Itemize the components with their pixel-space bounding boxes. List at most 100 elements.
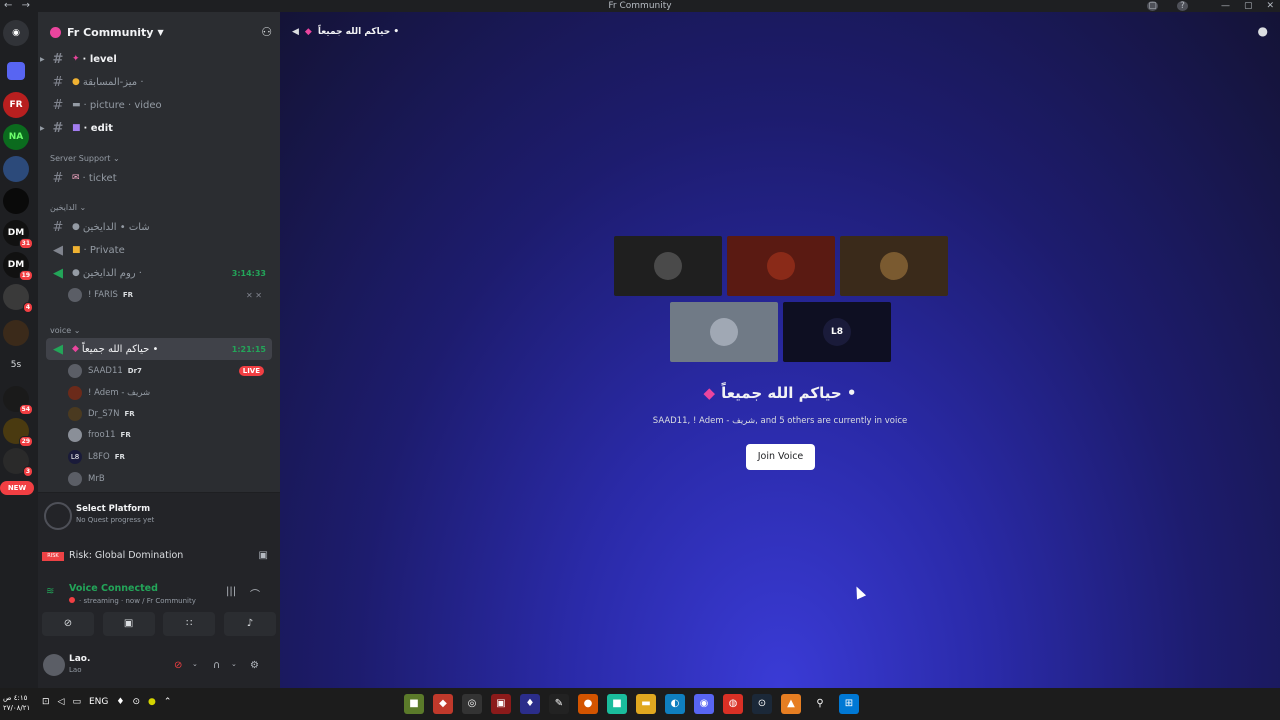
mic-muted-icon[interactable]: ⊘ — [174, 660, 182, 671]
clan-tag: Dr7 — [127, 367, 142, 375]
server-icon[interactable]: NA — [3, 124, 29, 150]
participant-tile[interactable]: L8 — [783, 302, 891, 362]
chevron-up-icon[interactable]: ⌃ — [164, 697, 172, 707]
camera-icon: ▬ — [72, 100, 81, 110]
user-panel: Lao. Lao ⊘ ⌄ ∩ ⌄ ⚙ — [38, 648, 280, 688]
voice-participants-summary: SAAD11, ! Adem - شريف, and 5 others are … — [652, 416, 908, 426]
close-icon[interactable]: ✕ — [1266, 0, 1274, 12]
server-icon[interactable] — [3, 320, 29, 346]
voice-user[interactable]: L8 L8FO FR — [68, 447, 268, 467]
voice-user[interactable]: ! FARIS FR ✕ ✕ — [68, 285, 268, 305]
join-voice-button[interactable]: Join Voice — [746, 444, 815, 470]
activity-panel[interactable]: RISK Risk: Global Domination ▣ — [38, 542, 280, 572]
participant-tile[interactable] — [727, 236, 835, 296]
minecraft-icon[interactable]: ■ — [404, 694, 424, 714]
server-header[interactable]: Fr Community ▼ ⚇ — [38, 12, 280, 52]
language-indicator[interactable]: ENG — [89, 697, 108, 707]
participant-tile[interactable] — [670, 302, 778, 362]
server-icon[interactable]: 54 — [3, 386, 33, 415]
voice-channel-active[interactable]: ◀ ◆ حياكم الله جميعاً • 1:21:15 — [46, 338, 272, 360]
participant-tile[interactable] — [840, 236, 948, 296]
channel-picture[interactable]: # ▬ · picture · video — [46, 94, 272, 116]
server-icon[interactable]: ◉ — [3, 20, 29, 46]
hash-icon: # — [52, 51, 64, 67]
server-icon[interactable]: 5s — [3, 352, 29, 378]
new-badge[interactable]: NEW — [0, 481, 34, 495]
chevron-down-icon[interactable]: ⌄ — [192, 660, 198, 668]
channel-private[interactable]: ◀ ■ · Private — [46, 239, 272, 261]
server-icon[interactable]: 3 — [3, 448, 33, 477]
channel-ticket[interactable]: # ✉ · ticket — [46, 167, 272, 189]
server-icon[interactable] — [7, 62, 25, 80]
activities-button[interactable]: ∷ — [163, 612, 216, 636]
chat-icon[interactable]: ● — [1258, 24, 1268, 38]
signal-icon[interactable]: ≋ — [46, 586, 54, 597]
camera-off-button[interactable]: ⊘ — [42, 612, 94, 636]
disconnect-icon[interactable]: ⌒ — [250, 586, 260, 601]
red-app-icon[interactable]: ▣ — [491, 694, 511, 714]
maximize-icon[interactable]: ▢ — [1244, 0, 1253, 12]
channel-edit[interactable]: ▶ # ■ · edit — [40, 117, 272, 139]
color-app-icon[interactable]: ● — [578, 694, 598, 714]
noise-suppression-icon[interactable]: ||| — [226, 586, 236, 597]
discord-icon[interactable]: ◉ — [694, 694, 714, 714]
server-icon[interactable]: DM 31 — [3, 220, 33, 249]
voice-status[interactable]: Voice Connected — [69, 583, 158, 594]
game-app-icon[interactable]: ◆ — [433, 694, 453, 714]
voice-user[interactable]: ! Adem - شريف — [68, 383, 268, 403]
channel-chat-dayhin[interactable]: # ● شات • الدايخين — [46, 216, 272, 238]
participant-tile[interactable] — [614, 236, 722, 296]
avatar[interactable] — [43, 654, 65, 676]
search-icon[interactable]: ⚲ — [810, 694, 830, 714]
voice-channel-dayhin[interactable]: ◀ ● روم الدايخين · 3:14:33 — [46, 262, 272, 284]
inbox-icon[interactable]: ▢ — [1147, 1, 1158, 11]
steam-icon[interactable]: ⊙ — [752, 694, 772, 714]
mic-icon[interactable]: ♦ — [116, 697, 124, 707]
windows-start-icon[interactable]: ⊞ — [839, 694, 859, 714]
system-clock[interactable]: ٤:١٥ ص ٢٧/٠٨/٢١ — [3, 693, 30, 713]
mic-app-icon[interactable]: ♦ — [520, 694, 540, 714]
soundboard-button[interactable]: ♪ — [223, 612, 276, 636]
gear-icon[interactable]: ⚙ — [250, 660, 259, 671]
volume-icon[interactable]: ◁ — [58, 697, 65, 707]
server-icon[interactable]: 4 — [3, 284, 33, 313]
obs-icon[interactable]: ◎ — [462, 694, 482, 714]
chrome-icon[interactable]: ◍ — [723, 694, 743, 714]
channel-mz[interactable]: # ● ميز-المسابقة · — [46, 71, 272, 93]
server-icon[interactable]: FR — [3, 92, 29, 118]
category-dayhin[interactable]: الدايخين ⌄ — [50, 203, 86, 212]
green-app-icon[interactable]: ■ — [607, 694, 627, 714]
invite-icon[interactable]: ⚇ — [261, 25, 272, 39]
screen-share-icon[interactable]: ▣ — [259, 550, 268, 561]
avatar — [68, 407, 82, 421]
stream-button[interactable]: ▣ — [102, 612, 155, 636]
network-icon[interactable]: ⊡ — [42, 697, 50, 707]
category-voice[interactable]: voice ⌄ — [50, 326, 80, 335]
voice-user[interactable]: froo11 FR — [68, 425, 268, 445]
help-icon[interactable]: ? — [1177, 1, 1188, 11]
voice-user[interactable]: SAAD11 Dr7 LIVE — [68, 361, 268, 381]
chevron-down-icon[interactable]: ⌄ — [231, 660, 237, 668]
server-icon[interactable] — [3, 188, 29, 214]
pen-app-icon[interactable]: ✎ — [549, 694, 569, 714]
orange-app-icon[interactable]: ▲ — [781, 694, 801, 714]
steam-tray-icon[interactable]: ⊙ — [132, 697, 140, 707]
user-name[interactable]: Lao. — [69, 654, 90, 664]
edge-icon[interactable]: ◐ — [665, 694, 685, 714]
category-server-support[interactable]: Server Support ⌄ — [50, 154, 120, 163]
voice-user[interactable]: MrB — [68, 469, 268, 489]
minimize-icon[interactable]: — — [1221, 0, 1230, 12]
window-controls: — ▢ ✕ — [1221, 0, 1274, 12]
avatar — [68, 472, 82, 486]
battery-icon[interactable]: ▭ — [72, 697, 81, 707]
server-icon[interactable]: 29 — [3, 418, 33, 447]
server-icon[interactable] — [3, 156, 29, 182]
channel-level[interactable]: ▶ # ✦ · level — [40, 48, 272, 70]
app-tray-icon[interactable]: ● — [148, 697, 156, 707]
voice-user[interactable]: Dr_S7N FR — [68, 404, 268, 424]
server-icon[interactable]: DM 19 — [3, 252, 33, 281]
server-name: Fr Community — [67, 25, 154, 39]
folder-icon[interactable]: ▬ — [636, 694, 656, 714]
quest-panel[interactable]: Select Platform No Quest progress yet — [38, 492, 280, 542]
headphones-icon[interactable]: ∩ — [213, 660, 220, 671]
